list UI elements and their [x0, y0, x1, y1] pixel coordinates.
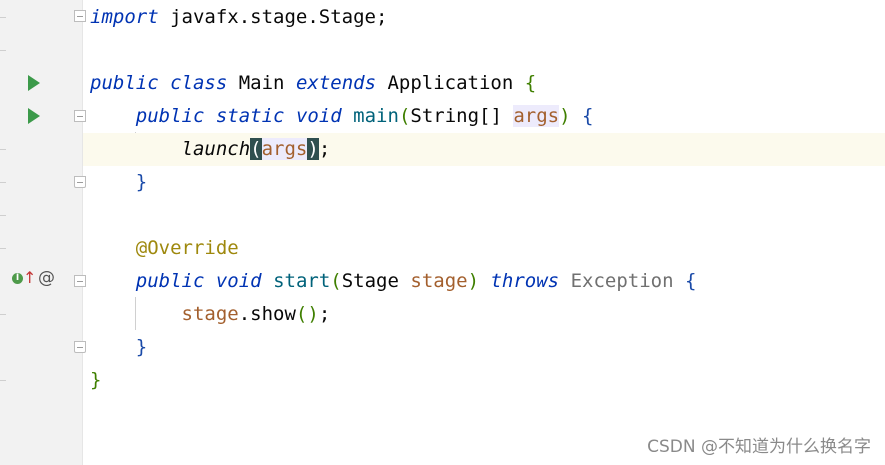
- method-name: start: [273, 270, 331, 292]
- implements-icon[interactable]: I: [12, 273, 23, 284]
- open-brace: {: [582, 105, 594, 127]
- open-paren: (: [398, 105, 411, 127]
- code-editor[interactable]: import javafx.stage.Stage; public class …: [83, 0, 885, 465]
- matched-open-paren: (: [250, 138, 262, 160]
- keyword: public: [90, 72, 159, 94]
- superclass-name: Application: [376, 72, 525, 94]
- param-type: Stage: [341, 270, 411, 292]
- gutter-tick: [0, 380, 6, 381]
- keyword: public: [135, 270, 205, 292]
- close-brace: }: [90, 369, 102, 391]
- code-line-11[interactable]: }: [83, 331, 885, 364]
- exception-type: Exception: [559, 270, 685, 292]
- import-path: javafx.stage.Stage;: [158, 6, 388, 28]
- code-line-10[interactable]: stage.show();: [83, 298, 885, 331]
- open-paren: (: [330, 270, 342, 292]
- keyword: void: [215, 270, 262, 292]
- code-line-3[interactable]: public class Main extends Application {: [83, 67, 885, 100]
- gutter-tick: [0, 182, 6, 183]
- code-line-6[interactable]: }: [83, 166, 885, 199]
- keyword: static: [215, 105, 285, 127]
- code-line-12[interactable]: }: [83, 364, 885, 397]
- close-brace: }: [135, 171, 148, 193]
- param-type: String[]: [410, 105, 514, 127]
- annotation: @Override: [135, 237, 239, 259]
- param-name: args: [513, 105, 560, 127]
- annotation-at-icon[interactable]: @: [38, 268, 55, 288]
- close-brace: }: [135, 336, 148, 358]
- run-class-icon[interactable]: [28, 75, 40, 91]
- gutter-tick: [0, 17, 6, 18]
- semicolon: ;: [318, 303, 331, 325]
- gutter-tick: [0, 248, 6, 249]
- param-name: stage: [410, 270, 468, 292]
- close-paren: ): [559, 105, 571, 127]
- code-line-9[interactable]: public void start(Stage stage) throws Ex…: [83, 265, 885, 298]
- code-line-5[interactable]: launch(args);: [83, 133, 885, 166]
- keyword: import: [90, 6, 159, 28]
- keyword: public: [135, 105, 205, 127]
- variable: stage: [181, 303, 239, 325]
- gutter-tick: [0, 149, 6, 150]
- open-brace: {: [684, 270, 697, 292]
- editor-gutter: I ↑ @: [0, 0, 86, 465]
- gutter-tick: [0, 50, 6, 51]
- keyword: throws: [490, 270, 560, 292]
- keyword: void: [295, 105, 342, 127]
- code-line-8[interactable]: @Override: [83, 232, 885, 265]
- keyword: extends: [295, 72, 377, 94]
- parens: (): [295, 303, 319, 325]
- method-call: launch: [181, 138, 251, 160]
- class-name: Main: [227, 72, 296, 94]
- method-call: .show: [238, 303, 296, 325]
- gutter-tick: [0, 215, 6, 216]
- semicolon: ;: [318, 138, 331, 160]
- watermark: CSDN @不知道为什么换名字: [647, 437, 871, 457]
- gutter-tick: [0, 314, 6, 315]
- override-arrow-icon[interactable]: ↑: [23, 270, 36, 286]
- argument: args: [261, 138, 308, 160]
- code-line-1[interactable]: import javafx.stage.Stage;: [83, 1, 885, 34]
- code-line-4[interactable]: public static void main(String[] args) {: [83, 100, 885, 133]
- open-brace: {: [524, 72, 537, 94]
- run-main-icon[interactable]: [28, 108, 40, 124]
- method-name: main: [353, 105, 399, 127]
- keyword: class: [170, 72, 228, 94]
- close-paren: ): [467, 270, 480, 292]
- matched-close-paren: ): [307, 138, 319, 160]
